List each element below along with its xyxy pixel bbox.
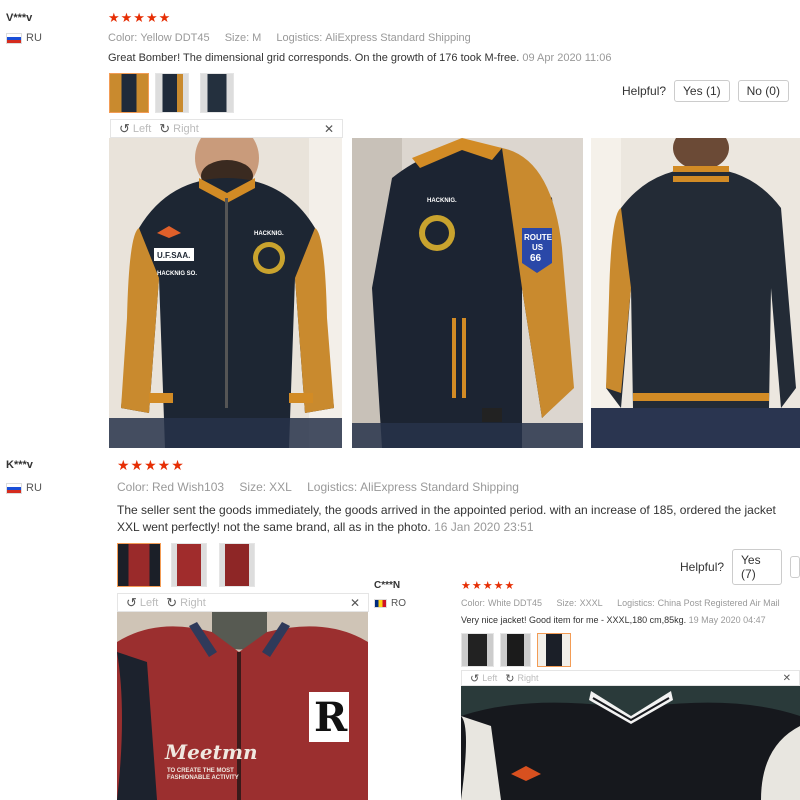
country-code: RO bbox=[391, 598, 406, 609]
embroidery-subtext: TO CREATE THE MOST FASHIONABLE ACTIVITY bbox=[167, 768, 239, 781]
country-code: RU bbox=[26, 32, 42, 44]
color-label: Color: bbox=[108, 32, 138, 44]
helpful-yes-button[interactable]: Yes (7) bbox=[732, 549, 782, 585]
review-body: Great Bomber! The dimensional grid corre… bbox=[108, 52, 611, 64]
image-viewer-toolbar: ↺ Left ↻ Right ✕ bbox=[110, 119, 343, 138]
size-value: XXL bbox=[269, 480, 292, 494]
review-thumbnail[interactable] bbox=[219, 543, 255, 587]
helpful-yes-button[interactable]: Yes (1) bbox=[674, 80, 730, 102]
color-value: White DDT45 bbox=[488, 598, 543, 608]
russia-flag-icon bbox=[6, 32, 22, 44]
logistics-value: AliExpress Standard Shipping bbox=[360, 480, 519, 494]
size-label: Size: bbox=[224, 32, 250, 44]
helpful-label: Helpful? bbox=[622, 84, 667, 98]
review-photo[interactable] bbox=[591, 138, 800, 448]
review-photo[interactable] bbox=[461, 686, 800, 800]
black-white-jacket-closeup bbox=[461, 686, 800, 800]
star-rating: ★★★★★ bbox=[117, 457, 185, 473]
patch-text: HACKNIG SO. bbox=[157, 271, 198, 277]
reviewer-name: K***v bbox=[6, 459, 33, 471]
patch-text: HACKNIG. bbox=[254, 231, 284, 237]
rotate-right-label[interactable]: Right bbox=[173, 123, 199, 135]
close-icon[interactable]: ✕ bbox=[783, 673, 791, 684]
jacket-side-illustration bbox=[352, 138, 583, 448]
rotate-left-label[interactable]: Left bbox=[140, 597, 158, 609]
rotate-right-label[interactable]: Right bbox=[180, 597, 206, 609]
logistics-label: Logistics: bbox=[307, 480, 358, 494]
logistics-label: Logistics: bbox=[617, 598, 655, 608]
close-icon[interactable]: ✕ bbox=[324, 122, 334, 136]
review-thumbnail[interactable] bbox=[537, 633, 571, 667]
color-label: Color: bbox=[117, 480, 150, 494]
rotate-left-label[interactable]: Left bbox=[133, 123, 151, 135]
helpful-voting: Helpful? Yes (1) No (0) bbox=[622, 80, 789, 102]
logistics-value: China Post Registered Air Mail bbox=[657, 598, 780, 608]
reviewer-name: C***N bbox=[374, 580, 401, 591]
review-thumbnail[interactable] bbox=[500, 633, 531, 667]
reviewer-name: V***v bbox=[6, 12, 33, 24]
review-thumbnail[interactable] bbox=[171, 543, 207, 587]
helpful-voting: Helpful? Yes (7) bbox=[680, 549, 800, 585]
review-attributes: Color: Yellow DDT45 Size: M Logistics: AliE… bbox=[108, 32, 483, 44]
helpful-no-button[interactable] bbox=[789, 556, 800, 578]
review-photo[interactable]: R Meetmn TO CREATE THE MOST FASHIONABLE … bbox=[117, 612, 368, 800]
logistics-label: Logistics: bbox=[276, 32, 323, 44]
star-rating: ★★★★★ bbox=[108, 10, 172, 25]
star-rating: ★★★★★ bbox=[461, 580, 516, 592]
size-label: Size: bbox=[239, 480, 267, 494]
review-thumbnail[interactable] bbox=[200, 73, 234, 113]
rotate-right-icon[interactable]: ↻ bbox=[505, 672, 514, 685]
review-body: The seller sent the goods immediately, t… bbox=[117, 502, 789, 536]
review-thumbnail[interactable] bbox=[109, 73, 149, 113]
close-icon[interactable]: ✕ bbox=[350, 596, 360, 610]
patch-text: 66 bbox=[530, 253, 542, 264]
reviewer-country: RU bbox=[6, 482, 42, 494]
reviewer-country: RU bbox=[6, 32, 42, 44]
review-body: Very nice jacket! Good item for me - XXX… bbox=[461, 615, 766, 625]
review-photo[interactable]: U.F.SAA. HACKNIG. HACKNIG SO. bbox=[109, 138, 342, 448]
embroidery-text: Meetmn bbox=[165, 740, 258, 764]
rotate-right-label[interactable]: Right bbox=[517, 673, 538, 683]
helpful-label: Helpful? bbox=[680, 560, 725, 574]
jacket-front-illustration bbox=[109, 138, 342, 448]
russia-flag-icon bbox=[6, 482, 22, 494]
patch-text: ROUTE bbox=[524, 233, 552, 242]
logistics-value: AliExpress Standard Shipping bbox=[325, 32, 471, 44]
review-photo[interactable]: ROUTE US 66 HACKNIG. bbox=[352, 138, 583, 448]
review-thumbnail[interactable] bbox=[461, 633, 494, 667]
helpful-no-button[interactable]: No (0) bbox=[737, 80, 789, 102]
review-attributes: Color: Red Wish103 Size: XXL Logistics: Ali… bbox=[117, 480, 531, 494]
image-viewer-toolbar: ↺ Left ↻ Right ✕ bbox=[117, 593, 369, 612]
romania-flag-icon bbox=[374, 599, 387, 608]
size-label: Size: bbox=[556, 598, 577, 608]
rotate-right-icon[interactable]: ↻ bbox=[159, 121, 170, 137]
review-text: Great Bomber! The dimensional grid corre… bbox=[108, 52, 520, 64]
reviewer-country: RO bbox=[374, 598, 406, 609]
country-code: RU bbox=[26, 482, 42, 494]
review-date: 16 Jan 2020 23:51 bbox=[434, 520, 534, 534]
color-label: Color: bbox=[461, 598, 486, 608]
rotate-left-icon[interactable]: ↺ bbox=[119, 121, 130, 137]
rotate-right-icon[interactable]: ↻ bbox=[166, 595, 177, 611]
rotate-left-icon[interactable]: ↺ bbox=[470, 672, 479, 685]
review-thumbnail[interactable] bbox=[117, 543, 161, 587]
review-date: 19 May 2020 04:47 bbox=[688, 615, 766, 625]
color-value: Yellow DDT45 bbox=[140, 32, 210, 44]
rotate-left-icon[interactable]: ↺ bbox=[126, 595, 137, 611]
review-thumbnail[interactable] bbox=[155, 73, 189, 113]
image-viewer-toolbar: ↺ Left ↻ Right ✕ bbox=[461, 670, 800, 686]
review-attributes: Color: White DDT45 Size: XXXL Logistics: Ch… bbox=[461, 598, 792, 608]
patch-text: U.F.SAA. bbox=[157, 251, 191, 260]
rotate-left-label[interactable]: Left bbox=[482, 673, 497, 683]
color-value: Red Wish103 bbox=[152, 480, 225, 494]
jacket-back-illustration bbox=[591, 138, 800, 448]
patch-text: US bbox=[532, 243, 544, 252]
size-value: XXXL bbox=[579, 598, 603, 608]
size-value: M bbox=[252, 32, 262, 44]
review-text: Very nice jacket! Good item for me - XXX… bbox=[461, 615, 687, 625]
patch-text: HACKNIG. bbox=[427, 198, 457, 204]
review-date: 09 Apr 2020 11:06 bbox=[522, 52, 612, 64]
letter-patch: R bbox=[314, 694, 348, 741]
